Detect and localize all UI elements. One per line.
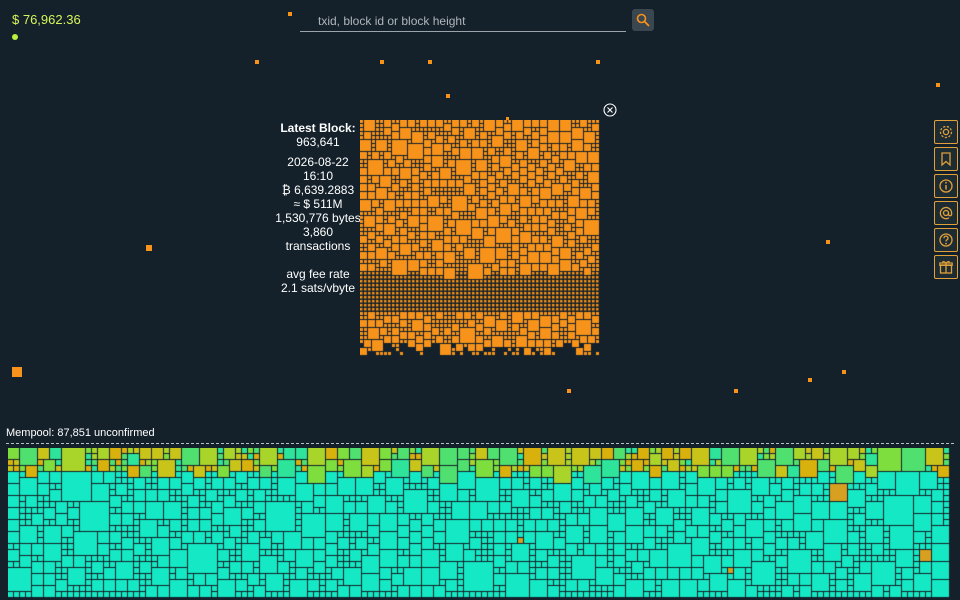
bookmark-icon [941,152,951,167]
latest-block-info: Latest Block: 963,641 2026-08-22 16:10 ₿… [274,121,362,295]
block-height: 963,641 [296,135,340,149]
drifting-transaction [428,60,432,64]
fee-rate-label: avg fee rate [286,267,350,281]
drifting-transaction [146,245,152,251]
info-button[interactable] [934,174,958,198]
block-title: Latest Block: [280,121,356,135]
drifting-transaction [734,389,738,393]
block-usd-value: ≈ $ 511M [293,197,343,211]
magnifier-icon [636,13,650,27]
block-timestamp: 2026-08-22 16:10 [287,155,349,183]
drifting-transaction [826,240,830,244]
drifting-transaction [380,60,384,64]
mempool-label: Mempool: 87,851 unconfirmed [6,427,155,439]
close-circle-icon [603,103,617,117]
settings-button[interactable] [934,120,958,144]
block-size: 1,530,776 bytes [275,211,361,225]
drifting-transaction [808,378,812,382]
block-transactions-grid[interactable] [360,120,600,356]
drifting-transaction [936,83,940,87]
help-button[interactable] [934,228,958,252]
drifting-transaction [842,370,846,374]
drifting-transaction [255,60,259,64]
fee-rate-value: 2.1 sats/vbyte [280,281,356,295]
bookmark-button[interactable] [934,147,958,171]
at-sign-icon [939,206,953,220]
mempool-divider [6,443,954,444]
gift-button[interactable] [934,255,958,279]
drifting-transaction [446,94,450,98]
drifting-transaction [567,389,571,393]
search-button[interactable] [632,9,654,31]
drifting-transaction [596,60,600,64]
question-icon [939,233,953,247]
block-btc-amount: ₿ 6,639.2883 [281,183,355,197]
contact-button[interactable] [934,201,958,225]
search-input[interactable] [300,10,626,32]
drifting-transaction [506,117,509,120]
drifting-transaction [12,367,22,377]
mempool-transactions-grid[interactable] [8,448,952,598]
block-tx-count: 3,860 transactions [285,225,351,253]
gift-icon [939,260,953,274]
info-icon [939,179,953,193]
btc-price: $ 76,962.36 [12,12,81,27]
close-block-button[interactable] [603,103,617,117]
sidebar [934,120,960,282]
drifting-transaction [288,12,292,16]
gear-icon [939,125,953,139]
connection-status-dot [12,34,18,40]
